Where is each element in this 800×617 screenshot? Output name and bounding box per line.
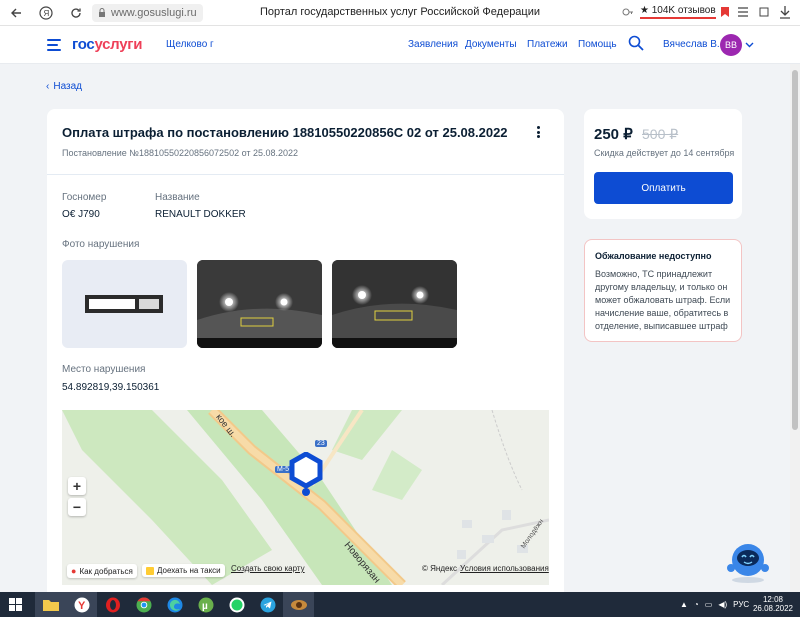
svg-text:µ: µ — [202, 601, 208, 612]
discount-note: Скидка действует до 14 сентября — [594, 148, 735, 158]
plate-value: О€ Ј790 — [62, 209, 100, 220]
language-indicator[interactable]: РУС — [733, 600, 749, 609]
fine-subtitle: Постановление №18810550220856072502 от 2… — [62, 148, 299, 158]
chevron-down-icon[interactable] — [745, 40, 754, 50]
telegram-icon[interactable] — [252, 592, 283, 617]
taskbar-clock[interactable]: 12:08 26.08.2022 — [750, 595, 796, 613]
windows-start-icon[interactable] — [0, 592, 31, 617]
nav-applications[interactable]: Заявления — [408, 39, 458, 50]
fine-title: Оплата штрафа по постановлению 188105502… — [62, 125, 508, 140]
map-copyright: © Яндекс Условия использования — [422, 564, 549, 573]
old-price: 500 ₽ — [642, 126, 679, 142]
user-name[interactable]: Вячеслав В. — [663, 39, 720, 50]
gosuslugi-logo[interactable]: госуслуги — [72, 36, 142, 53]
clock-time: 12:08 — [762, 595, 784, 604]
chevron-left-icon: ‹ — [46, 81, 50, 92]
lock-icon — [99, 8, 105, 17]
avatar[interactable]: ВВ — [720, 34, 742, 56]
pay-button[interactable]: Оплатить — [594, 172, 733, 204]
site-header: госуслуги Щелково г Заявления Документы … — [0, 26, 800, 64]
vehicle-name-value: RENAULT DOKKER — [155, 209, 246, 220]
nav-help[interactable]: Помощь — [578, 39, 617, 50]
nav-documents[interactable]: Документы — [465, 39, 517, 50]
violation-map[interactable]: кое ш. Новорязан Молодёжн М-5 23 + − ● Ка… — [62, 410, 549, 585]
appeal-card: Обжалование недоступно Возможно, ТС прин… — [584, 239, 742, 342]
violation-photo-1[interactable] — [197, 260, 322, 348]
more-options-icon[interactable] — [537, 126, 541, 138]
wifi-icon[interactable]: ◔ — [694, 600, 699, 609]
map-route-button[interactable]: ● Как добраться — [67, 564, 137, 578]
map-create-link[interactable]: Создать свою карту — [231, 564, 305, 573]
network-icon[interactable]: ▭ — [705, 600, 713, 609]
yandex-icon[interactable]: Я — [36, 3, 56, 23]
map-terms-link[interactable]: Условия использования — [460, 564, 549, 573]
plate-crop-image — [85, 295, 163, 313]
photo-label: Фото нарушения — [62, 239, 140, 250]
minimize-icon[interactable] — [758, 6, 770, 21]
road-number: 23 — [315, 440, 327, 447]
url-text: www.gosuslugi.ru — [111, 6, 197, 19]
clock-date: 26.08.2022 — [752, 604, 794, 613]
key-icon[interactable] — [622, 6, 634, 21]
tray-chevron-up-icon[interactable]: ▲ — [680, 600, 688, 609]
region-selector[interactable]: Щелково г — [166, 39, 214, 50]
svg-text:Я: Я — [44, 9, 50, 18]
zoom-in-button[interactable]: + — [68, 477, 86, 495]
yandex-browser-icon[interactable]: Y — [66, 592, 97, 617]
appeal-text: Возможно, ТС принадлежит другому владель… — [595, 269, 731, 331]
nav-payments[interactable]: Платежи — [527, 39, 568, 50]
divider — [47, 174, 564, 175]
system-tray: ▲ ◔ ▭ ◀) РУС — [680, 592, 749, 617]
volume-icon[interactable]: ◀) — [718, 600, 727, 609]
plate-label: Госномер — [62, 192, 107, 203]
chrome-icon[interactable] — [128, 592, 159, 617]
place-coordinates: 54.892819,39.150361 — [62, 382, 160, 393]
file-explorer-icon[interactable] — [35, 592, 66, 617]
place-label: Место нарушения — [62, 364, 146, 375]
pin-icon: ● — [71, 566, 77, 576]
price: 250 ₽ — [594, 126, 633, 143]
utorrent-icon[interactable]: µ — [190, 592, 221, 617]
zoom-out-button[interactable]: − — [68, 498, 86, 516]
windows-taskbar: Y µ ▲ ◔ ▭ ◀) РУС 12:08 26.08.2022 — [0, 592, 800, 617]
payment-card: 250 ₽ 500 ₽ Скидка действует до 14 сентя… — [584, 109, 742, 219]
app-eye-icon[interactable] — [283, 592, 314, 617]
browser-toolbar: Я www.gosuslugi.ru Портал государственны… — [0, 0, 800, 26]
chatbot-robot-icon[interactable] — [722, 540, 774, 584]
opera-icon[interactable] — [97, 592, 128, 617]
map-taxi-button[interactable]: Доехать на такси — [142, 564, 225, 577]
bookmark-icon[interactable] — [720, 6, 730, 21]
menu-icon[interactable] — [737, 6, 749, 21]
violation-photo-2[interactable] — [332, 260, 457, 348]
svg-text:Y: Y — [78, 600, 86, 612]
rating-badge[interactable]: ★ 104K отзывов — [640, 5, 716, 19]
location-marker-icon[interactable] — [288, 451, 324, 505]
violation-photo-plate[interactable] — [62, 260, 187, 348]
download-icon[interactable] — [779, 5, 791, 22]
back-link[interactable]: ‹ Назад — [46, 81, 82, 92]
page-scrollbar[interactable] — [790, 64, 800, 592]
burger-menu-icon[interactable] — [47, 39, 61, 51]
appeal-title: Обжалование недоступно — [595, 251, 712, 261]
whatsapp-icon[interactable] — [221, 592, 252, 617]
back-arrow-icon[interactable] — [6, 3, 26, 23]
taxi-icon — [146, 566, 154, 575]
edge-icon[interactable] — [159, 592, 190, 617]
reload-icon[interactable] — [66, 3, 86, 23]
address-bar[interactable]: www.gosuslugi.ru — [92, 3, 203, 22]
search-icon[interactable] — [628, 35, 644, 51]
scrollbar-thumb[interactable] — [792, 70, 798, 430]
vehicle-name-label: Название — [155, 192, 200, 203]
fine-card: Оплата штрафа по постановлению 188105502… — [47, 109, 564, 599]
